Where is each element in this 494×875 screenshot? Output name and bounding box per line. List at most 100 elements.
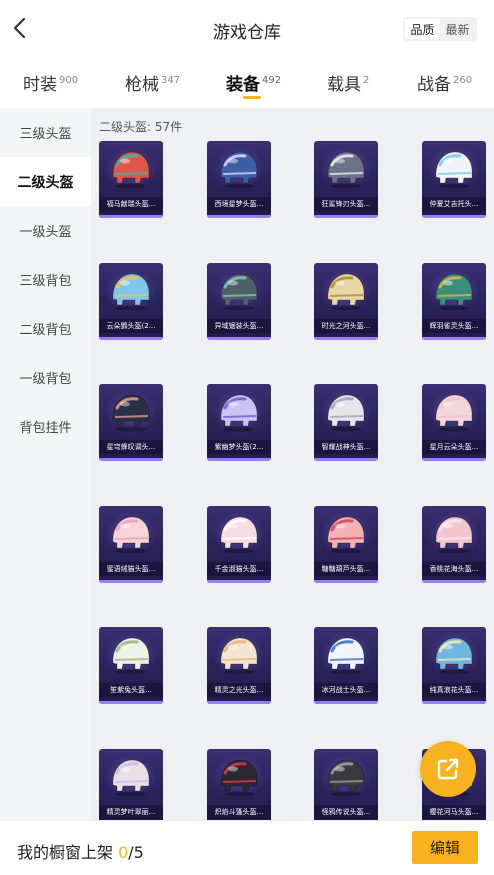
item-name: 精灵梦叶翠丽... <box>99 805 163 819</box>
helmet-icon <box>220 273 258 311</box>
rarity-bar <box>99 580 163 583</box>
item-name: 炽焰斗篷头盔... <box>207 805 271 819</box>
sort-toggle: 品质 最新 <box>403 17 477 41</box>
helmet-icon <box>435 637 473 675</box>
sidebar-item-level1-backpack[interactable]: 一级背包 <box>0 353 91 402</box>
item-card[interactable]: 福马献瑞头盔... <box>99 141 163 218</box>
item-card[interactable]: 香桃花海头盔... <box>422 506 486 583</box>
item-card[interactable]: 星月云朵头盔... <box>422 384 486 461</box>
external-link-icon <box>437 758 459 780</box>
sidebar-item-level3-helmet[interactable]: 三级头盔 <box>0 108 91 157</box>
item-card[interactable]: 炽焰斗篷头盔... <box>207 749 271 820</box>
item-card[interactable]: 冰河战士头盔... <box>314 627 378 704</box>
sidebar-item-level1-helmet[interactable]: 一级头盔 <box>0 206 91 255</box>
rarity-bar <box>99 337 163 340</box>
item-name: 香桃花海头盔... <box>422 562 486 576</box>
item-name: 智耀战神头盔... <box>314 440 378 454</box>
helmet-icon <box>112 151 150 189</box>
rarity-bar <box>99 458 163 461</box>
sidebar-item-backpack-charm[interactable]: 背包挂件 <box>0 402 91 451</box>
item-card[interactable]: 蜜语绒猫头盔... <box>99 506 163 583</box>
item-card[interactable]: 纯真浪花头盔... <box>422 627 486 704</box>
tab-count: 492 <box>262 75 282 86</box>
sidebar-item-level2-helmet[interactable]: 二级头盔 <box>0 157 91 206</box>
item-name: 糖糖葫芦头盔... <box>314 562 378 576</box>
rarity-bar <box>422 215 486 218</box>
item-card[interactable]: 糖糖葫芦头盔... <box>314 506 378 583</box>
item-card[interactable]: 智耀战神头盔... <box>314 384 378 461</box>
tab-label: 装备 <box>226 75 260 95</box>
item-card[interactable]: 怪鸦传说头盔... <box>314 749 378 820</box>
tab-label: 战备 <box>417 75 451 95</box>
rarity-bar <box>422 701 486 704</box>
sidebar-item-level3-backpack[interactable]: 三级背包 <box>0 255 91 304</box>
sidebar-item-level2-backpack[interactable]: 二级背包 <box>0 304 91 353</box>
showcase-label: 我的橱窗上架 <box>17 843 119 862</box>
rarity-bar <box>207 458 271 461</box>
item-name: 仲夏艾吉托头... <box>422 197 486 211</box>
item-name: 云朵鹦头盔(2... <box>99 319 163 333</box>
tab-vehicles[interactable]: 载具 2 <box>327 70 369 95</box>
item-grid: 二级头盔: 57件 福马献瑞头盔... 西境星梦头盔... 狂鲨锋刃头盔... 仲夏艾… <box>91 108 494 820</box>
item-name: 纯真浪花头盔... <box>422 683 486 697</box>
helmet-icon <box>112 759 150 797</box>
helmet-icon <box>435 394 473 432</box>
tab-fashion[interactable]: 时装 900 <box>23 70 78 95</box>
sidebar: 三级头盔 二级头盔 一级头盔 三级背包 二级背包 一级背包 背包挂件 <box>0 108 91 820</box>
item-name: 星穹蜂叹调头... <box>99 440 163 454</box>
item-card[interactable]: 异域锯装头盔... <box>207 263 271 340</box>
rarity-bar <box>207 215 271 218</box>
item-name: 怪鸦传说头盔... <box>314 805 378 819</box>
tab-label: 枪械 <box>125 75 159 95</box>
item-name: 狂鲨锋刃头盔... <box>314 197 378 211</box>
helmet-icon <box>327 151 365 189</box>
tab-count: 900 <box>59 75 79 86</box>
item-card[interactable]: 云朵鹦头盔(2... <box>99 263 163 340</box>
helmet-icon <box>327 759 365 797</box>
item-name: 辉羽雀灵头盔... <box>422 319 486 333</box>
helmet-icon <box>220 151 258 189</box>
item-card[interactable]: 精灵之光头盔... <box>207 627 271 704</box>
item-card[interactable]: 狂鲨锋刃头盔... <box>314 141 378 218</box>
top-bar: 游戏仓库 品质 最新 <box>0 0 494 58</box>
item-card[interactable]: 时光之河头盔... <box>314 263 378 340</box>
item-card[interactable]: 笙紫兔头盔... <box>99 627 163 704</box>
tab-combat-supplies[interactable]: 战备 260 <box>417 70 472 95</box>
item-name: 千金淑猫头盔... <box>207 562 271 576</box>
helmet-icon <box>220 637 258 675</box>
helmet-icon <box>435 273 473 311</box>
showcase-current-count: 0 <box>118 843 129 862</box>
item-card[interactable]: 紫幽梦头盔(2... <box>207 384 271 461</box>
rarity-bar <box>314 458 378 461</box>
item-name: 紫幽梦头盔(2... <box>207 440 271 454</box>
tab-equipment[interactable]: 装备 492 <box>226 70 281 95</box>
item-card[interactable]: 辉羽雀灵头盔... <box>422 263 486 340</box>
item-card[interactable]: 精灵梦叶翠丽... <box>99 749 163 820</box>
rarity-bar <box>314 580 378 583</box>
rarity-bar <box>314 701 378 704</box>
showcase-status: 我的橱窗上架 0/5 <box>17 839 144 863</box>
rarity-bar <box>314 215 378 218</box>
edit-button[interactable]: 编辑 <box>412 831 478 864</box>
sort-latest-button[interactable]: 最新 <box>440 19 475 39</box>
helmet-icon <box>112 637 150 675</box>
helmet-icon <box>435 516 473 554</box>
share-button[interactable] <box>420 741 476 797</box>
item-card[interactable]: 星穹蜂叹调头... <box>99 384 163 461</box>
item-name: 西境星梦头盔... <box>207 197 271 211</box>
item-name: 精灵之光头盔... <box>207 683 271 697</box>
item-name: 时光之河头盔... <box>314 319 378 333</box>
item-card[interactable]: 千金淑猫头盔... <box>207 506 271 583</box>
item-name: 冰河战士头盔... <box>314 683 378 697</box>
item-count-label: 二级头盔: 57件 <box>99 120 183 134</box>
helmet-icon <box>220 394 258 432</box>
rarity-bar <box>422 580 486 583</box>
sort-quality-button[interactable]: 品质 <box>405 19 440 39</box>
item-card[interactable]: 西境星梦头盔... <box>207 141 271 218</box>
helmet-icon <box>327 516 365 554</box>
tab-guns[interactable]: 枪械 347 <box>125 70 180 95</box>
showcase-total: /5 <box>128 843 144 862</box>
helmet-icon <box>220 516 258 554</box>
tab-label: 载具 <box>327 75 361 95</box>
item-card[interactable]: 仲夏艾吉托头... <box>422 141 486 218</box>
